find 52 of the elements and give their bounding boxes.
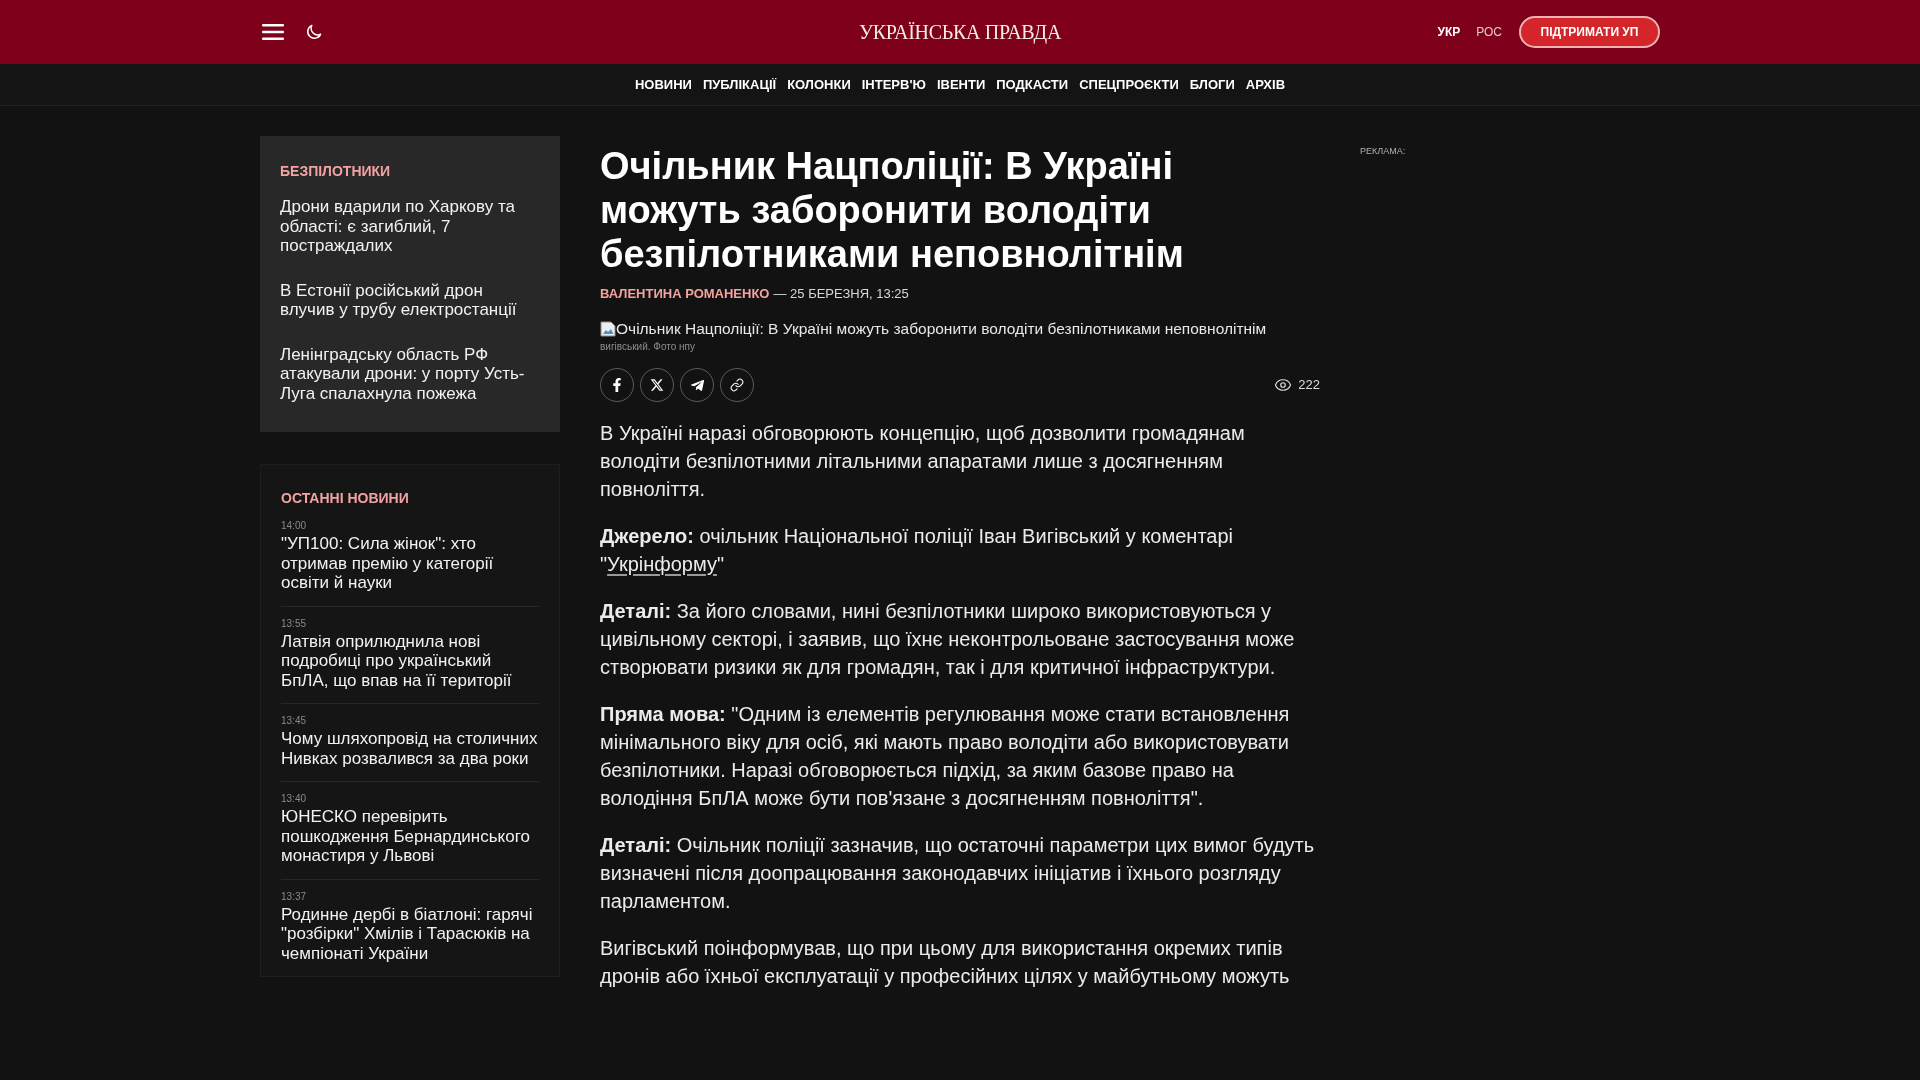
menu-icon — [262, 24, 284, 40]
article-title: Очільник Нацполіції: В Україні можуть заборонити володіти безпілотниками неповнолітнім — [600, 144, 1185, 276]
link-icon — [730, 378, 744, 392]
article-paragraph: Джерело: очільник Національної поліції Іван Вигівський у коментарі "Укрінформу" — [600, 524, 1235, 577]
news-time: 13:40 — [281, 793, 308, 805]
nav-link[interactable]: ІВЕНТИ — [936, 74, 986, 95]
article-paragraph: Пряма мова: "Одним із елементів регулювання може стати встановлення мінімального віку для осіб, які мають право володіти або використовувати безпілотники. Наразі обговорюється підхід, за яким базове право на володіння БпЛА може бути пов'язане з досягненням повноліття". — [600, 702, 1291, 811]
x-icon — [650, 378, 664, 392]
topic-news-link[interactable]: Ленінградську область РФ атакували дрони: у порту Усть-Луга спалахнула пожежа — [280, 344, 540, 403]
article-paragraph: Вигівський поінформував, що при цьому для використання окремих типів дронів або їхньої експлуатації у професійних цілях у майбутньому можуть — [600, 936, 1291, 989]
source-link[interactable]: Укрінформу — [607, 553, 717, 575]
nav-link[interactable]: АРХІВ — [1245, 74, 1286, 95]
moon-icon — [306, 24, 322, 40]
nav-link[interactable]: НОВИНИ — [634, 74, 692, 95]
view-count: 222 — [1298, 376, 1320, 395]
news-time: 13:55 — [281, 617, 308, 630]
news-headline-link[interactable]: Латвія оприлюднила нові подробиці про український БпЛА, що впав на її території — [281, 631, 539, 690]
eye-icon — [1274, 376, 1293, 394]
paper-plane-icon — [689, 377, 705, 393]
broken-image-icon — [600, 321, 616, 337]
news-headline-link[interactable]: Чому шляхопровід на столичних Нивках розвалився за два роки — [281, 729, 539, 768]
news-headline-link[interactable]: Родинне дербі в біатлоні: гарячі "розбірки" Хмілів і Тарасюків на чемпіонаті України — [281, 904, 539, 963]
dark-mode-button[interactable] — [306, 24, 322, 40]
site-logo[interactable]: УКРАЇНСЬКА ПРАВДА — [858, 20, 1062, 44]
nav-link[interactable]: ПУБЛІКАЦІЇ — [702, 74, 777, 95]
news-time: 14:00 — [281, 520, 308, 532]
news-headline-link[interactable]: ЮНЕСКО перевірить пошкодження Бернардинського монастиря у Львові — [281, 807, 539, 866]
language-link[interactable]: УКР — [1437, 23, 1461, 41]
topic-title: БЕЗПІЛОТНИКИ — [280, 162, 392, 180]
nav-link[interactable]: КОЛОНКИ — [787, 74, 851, 95]
news-time: 13:45 — [281, 715, 308, 727]
news-headline-link[interactable]: "УП100: Сила жінок": хто отримав премію у категорії освіти й науки — [281, 534, 539, 593]
topic-news-link[interactable]: Дрони вдарили по Харкову та області: є загиблий, 7 постраждалих — [280, 197, 540, 256]
image-caption: вигівський. Фото нпу — [600, 341, 696, 353]
language-link[interactable]: РОС — [1476, 23, 1502, 41]
article-paragraph: Деталі: За його словами, нині безпілотники широко використовуються у цивільному секторі, і заявив, що їхнє неконтрольоване застосування може створювати ризики як для громадян, так і для критичної інфраструктури. — [600, 599, 1296, 680]
latest-news-title: ОСТАННІ НОВИНИ — [281, 489, 410, 507]
nav-link[interactable]: БЛОГИ — [1189, 74, 1235, 95]
article-date: — 25 БЕРЕЗНЯ, 13:25 — [773, 286, 909, 302]
news-time: 13:37 — [281, 890, 308, 903]
article-paragraph: Деталі: Очільник поліції зазначив, що остаточні параметри цих вимог будуть визначені після доопрацювання законодавчих ініціатив і їхнього розгляду парламентом. — [600, 833, 1316, 914]
image-alt-text: Очільник Нацполіції: В Україні можуть заборонити володіти безпілотниками неповнолітнім — [616, 320, 1267, 338]
nav-link[interactable]: ПОДКАСТИ — [996, 74, 1069, 95]
facebook-icon — [610, 378, 624, 392]
author-link[interactable]: ВАЛЕНТИНА РОМАНЕНКО — [600, 286, 770, 302]
ad-label: РЕКЛАМА: — [1360, 146, 1406, 156]
nav-link[interactable]: ІНТЕРВ'Ю — [861, 74, 926, 95]
menu-button[interactable] — [262, 24, 284, 40]
topic-news-link[interactable]: В Естонії російський дрон влучив у трубу електростанції — [280, 280, 540, 320]
article-paragraph: В Україні наразі обговорюють концепцію, щоб дозволити громадянам володіти безпілотними літальними апаратами лише з досягненням повноліття. — [600, 421, 1246, 502]
nav-link[interactable]: СПЕЦПРОЄКТИ — [1079, 74, 1179, 95]
support-button[interactable]: ПІДТРИМАТИ УП — [1519, 16, 1660, 48]
